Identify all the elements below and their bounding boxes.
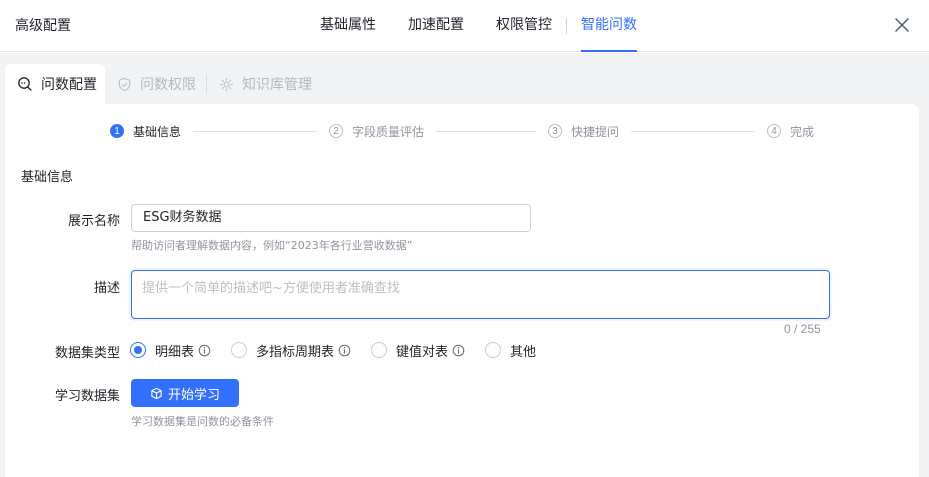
description-label: 描述 (93, 281, 120, 296)
step-complete: 4 完成 (767, 123, 814, 140)
info-icon[interactable] (452, 344, 465, 357)
step-basic-info: 1 基础信息 (110, 123, 181, 140)
button-label: 开始学习 (167, 387, 220, 403)
dataset-type-label: 数据集类型 (54, 346, 120, 361)
sub-tabs: 问数配置 问数权限 知识库管理 (5, 64, 322, 104)
subtab-label: 问数配置 (41, 77, 97, 93)
subtab-knowledge-base[interactable]: 知识库管理 (207, 64, 322, 104)
display-name-input[interactable]: ESG财务数据 (131, 204, 531, 232)
radio-other[interactable]: 其他 (485, 341, 536, 360)
cube-icon (151, 387, 162, 399)
subtab-label: 问数权限 (140, 77, 196, 93)
step-number: 1 (110, 124, 124, 138)
subtab-label: 知识库管理 (242, 77, 312, 93)
step-connector (436, 130, 537, 132)
info-icon[interactable] (198, 344, 211, 357)
display-name-label: 展示名称 (67, 214, 120, 229)
radio-label: 键值对表 (396, 344, 449, 360)
step-connector (193, 130, 318, 132)
radio-label: 多指标周期表 (256, 344, 335, 360)
radio-detail-table[interactable]: 明细表 (130, 341, 211, 360)
dialog-title: 高级配置 (15, 18, 71, 34)
step-number: 3 (548, 124, 563, 138)
radio-label: 其他 (510, 344, 537, 360)
subtab-query-config[interactable]: 问数配置 (5, 64, 105, 104)
step-label: 完成 (790, 124, 815, 139)
tab-divider (566, 18, 567, 34)
subtab-query-permission[interactable]: 问数权限 (105, 64, 206, 104)
learn-dataset-label: 学习数据集 (54, 389, 120, 404)
top-tabs: 基础属性 加速配置 权限管控 智能问数 (320, 0, 669, 52)
learn-dataset-hint: 学习数据集是问数的必备条件 (131, 415, 274, 428)
knowledge-gear-icon (219, 77, 234, 91)
char-counter: 0 / 255 (784, 322, 821, 336)
section-title: 基础信息 (21, 170, 74, 185)
step-label: 快捷提问 (571, 124, 620, 139)
step-number: 4 (767, 124, 782, 138)
tab-permission-control[interactable]: 权限管控 (496, 0, 552, 52)
description-textarea[interactable]: 提供一个简单的描述吧~方便使用者准确查找 (131, 270, 830, 319)
close-icon[interactable] (893, 16, 911, 34)
step-label: 基础信息 (133, 124, 182, 139)
radio-circle[interactable] (130, 342, 146, 358)
step-number: 2 (329, 124, 344, 138)
radio-circle[interactable] (371, 342, 388, 358)
radio-circle[interactable] (485, 342, 502, 358)
dialog-header: 高级配置 基础属性 加速配置 权限管控 智能问数 (0, 0, 929, 52)
dataset-type-radio-group: 明细表 多指标周期表 键值对表 其他 (130, 341, 556, 360)
tab-smart-query[interactable]: 智能问数 (581, 0, 637, 52)
radio-circle[interactable] (231, 342, 248, 358)
progress-steps: 1 基础信息 2 字段质量评估 3 快捷提问 4 完成 (110, 123, 814, 139)
radio-multi-metric-period[interactable]: 多指标周期表 (231, 341, 351, 360)
tab-acceleration-config[interactable]: 加速配置 (408, 0, 464, 52)
shield-check-icon (118, 77, 131, 91)
start-learning-button[interactable]: 开始学习 (131, 379, 239, 407)
step-quick-question: 3 快捷提问 (548, 123, 619, 140)
step-label: 字段质量评估 (352, 124, 425, 139)
chat-bubble-icon (18, 77, 32, 91)
tab-basic-properties[interactable]: 基础属性 (320, 0, 376, 52)
info-icon[interactable] (338, 344, 351, 357)
radio-key-value-table[interactable]: 键值对表 (371, 341, 465, 360)
step-field-quality: 2 字段质量评估 (329, 123, 424, 140)
display-name-hint: 帮助访问者理解数据内容，例如“2023年各行业营收数据” (131, 239, 413, 252)
radio-label: 明细表 (155, 344, 195, 360)
step-connector (631, 130, 756, 132)
